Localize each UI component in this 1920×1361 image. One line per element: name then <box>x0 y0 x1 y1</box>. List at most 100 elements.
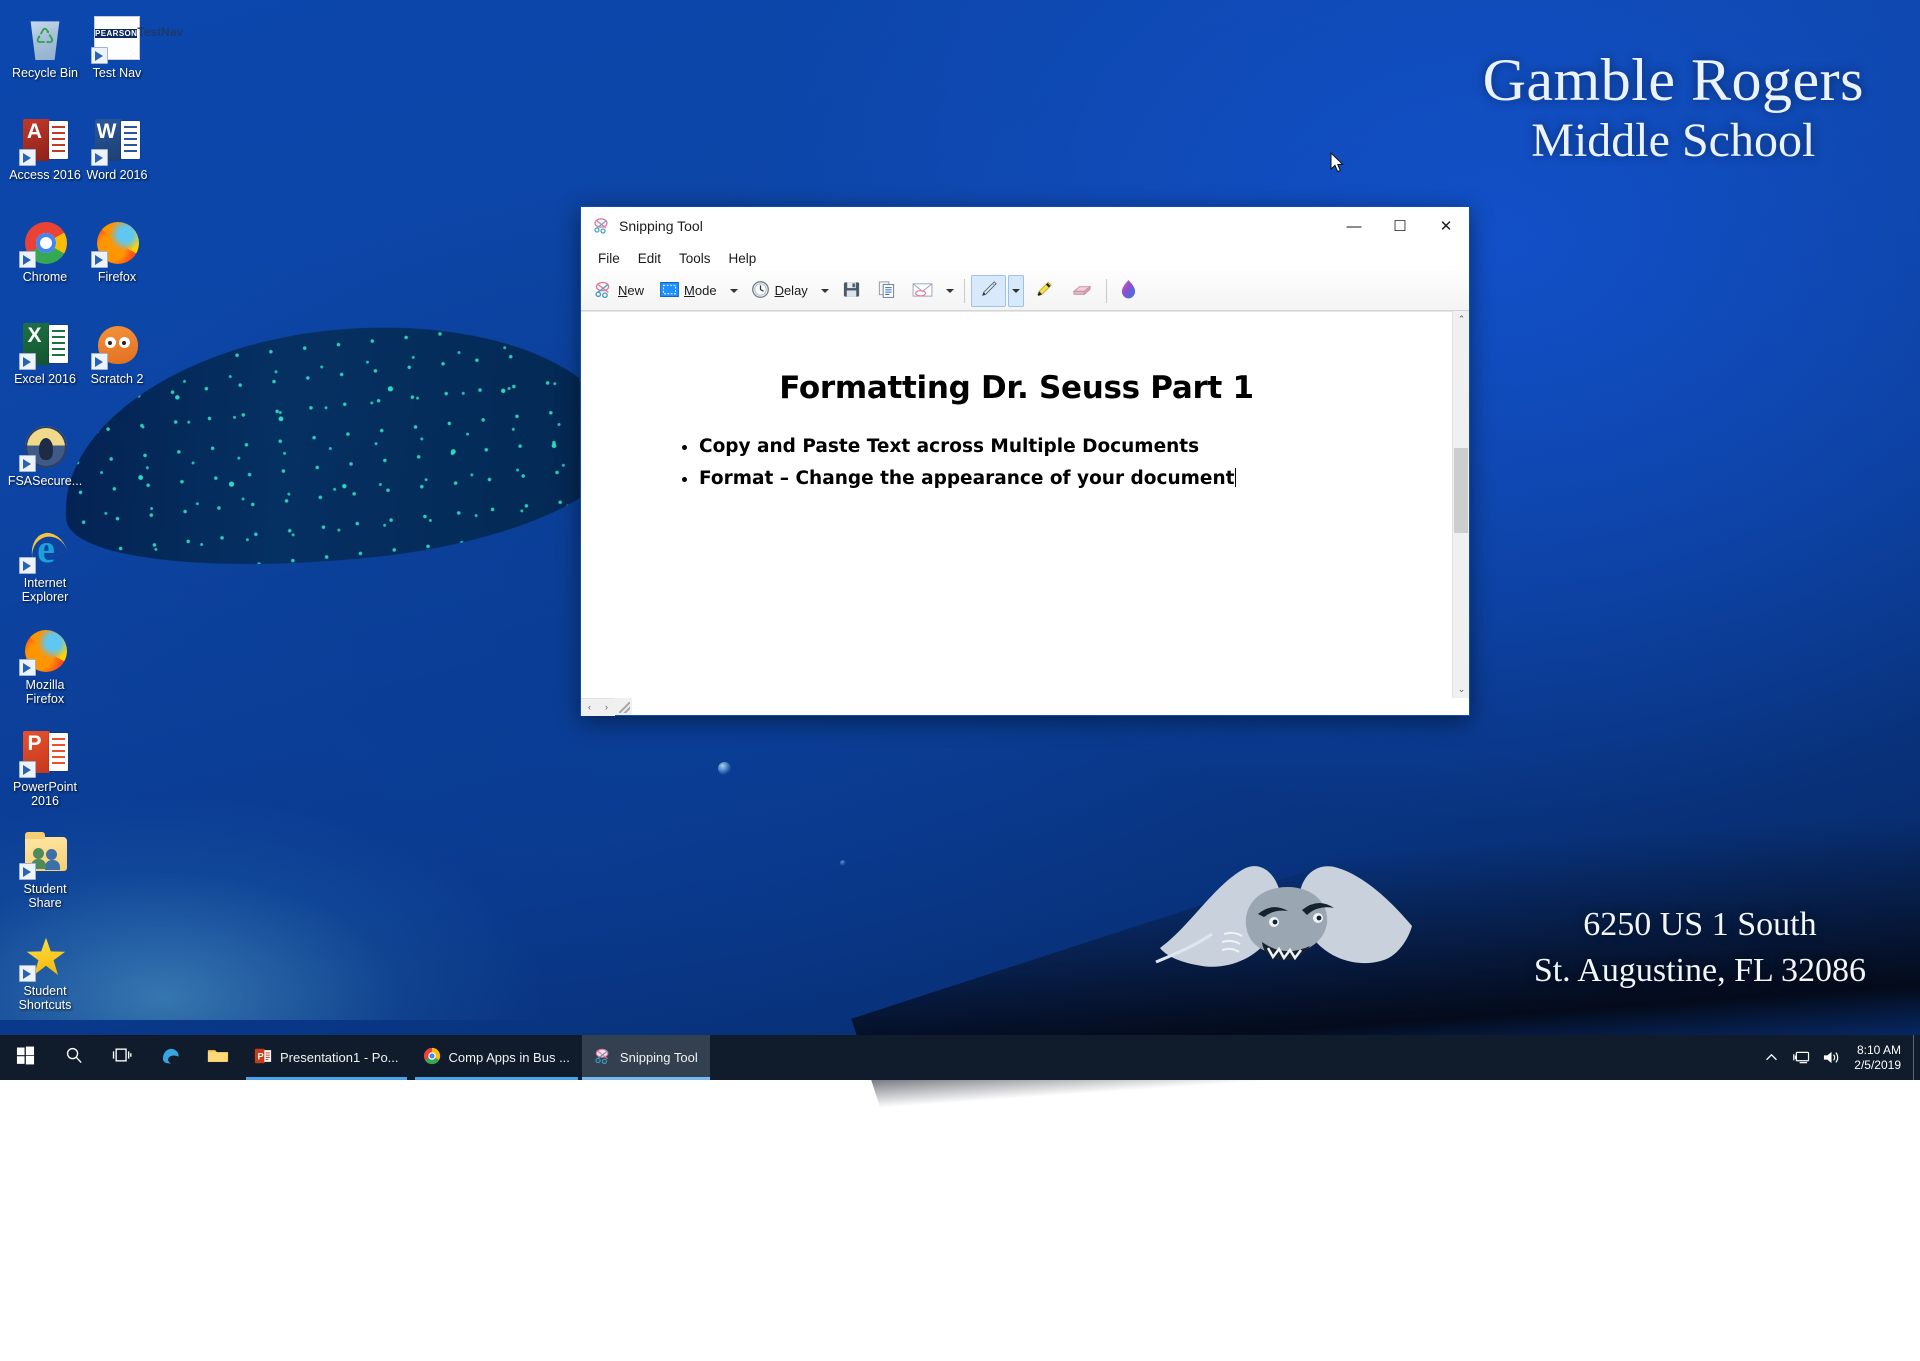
menu-file[interactable]: File <box>589 249 629 268</box>
start-button[interactable] <box>0 1035 50 1080</box>
close-button[interactable]: ✕ <box>1423 208 1469 245</box>
chrome-icon <box>423 1047 441 1068</box>
show-hidden-icons-chevron-icon[interactable] <box>1756 1035 1786 1080</box>
highlighter-icon <box>1033 279 1054 303</box>
taskbar-task-comp-apps[interactable]: Comp Apps in Bus ... <box>411 1035 582 1080</box>
delay-dropdown-caret-icon[interactable] <box>817 275 833 307</box>
shortcut-badge-icon <box>19 251 36 268</box>
highlighter-button[interactable] <box>1026 275 1061 307</box>
volume-icon[interactable] <box>1816 1035 1846 1080</box>
desktop-icon-label: Student Shortcuts <box>6 985 84 1012</box>
vertical-scrollbar[interactable]: ⌃ ⌄ <box>1452 311 1469 698</box>
selection-icon <box>660 282 679 300</box>
mode-dropdown-caret-icon[interactable] <box>726 275 742 307</box>
email-button[interactable] <box>905 275 940 307</box>
school-address-overlay: 6250 US 1 South St. Augustine, FL 32086 <box>1534 902 1866 994</box>
access-2016-icon: A <box>21 116 69 164</box>
taskbar-pinned-file-explorer[interactable] <box>194 1035 242 1080</box>
shortcut-badge-icon <box>91 149 108 166</box>
email-dropdown-caret-icon[interactable] <box>942 275 958 307</box>
desktop-icon-label: Chrome <box>6 271 84 285</box>
svg-text:P: P <box>258 1052 264 1062</box>
menu-help[interactable]: Help <box>720 249 766 268</box>
address-line2: St. Augustine, FL 32086 <box>1534 948 1866 994</box>
scroll-down-arrow-icon[interactable]: ⌄ <box>1453 681 1469 698</box>
desktop-icon-internet-explorer[interactable]: Internet Explorer <box>6 524 84 604</box>
excel-2016-icon: X <box>21 320 69 368</box>
desktop-icon-excel-2016[interactable]: X Excel 2016 <box>6 320 84 387</box>
desktop-icon-student-share[interactable]: Student Share <box>6 830 84 910</box>
internet-explorer-icon <box>21 524 69 572</box>
snip-bullet-item: Format – Change the appearance of your d… <box>699 464 1259 494</box>
desktop-icon-label: FSASecure... <box>6 475 84 489</box>
taskbar-task-presentation1[interactable]: P Presentation1 - Po... <box>242 1035 411 1080</box>
taskbar-task-snipping-tool[interactable]: Snipping Tool <box>582 1035 710 1080</box>
show-desktop-button[interactable] <box>1913 1035 1920 1080</box>
taskbar: P Presentation1 - Po... Comp Apps in Bus… <box>0 1035 1920 1080</box>
vertical-scroll-track[interactable] <box>1453 328 1469 681</box>
desktop-icon-access-2016[interactable]: A Access 2016 <box>6 116 84 183</box>
desktop-icon-recycle-bin[interactable]: Recycle Bin <box>6 14 84 81</box>
word-2016-icon: W <box>93 116 141 164</box>
desktop-icon-chrome[interactable]: Chrome <box>6 218 84 285</box>
snipping-tool-window[interactable]: Snipping Tool — ☐ ✕ File Edit Tools Help… <box>580 206 1470 716</box>
mode-button[interactable]: Mode <box>653 275 724 307</box>
student-shortcuts-star-icon <box>21 932 69 980</box>
desktop-icon-label: Scratch 2 <box>78 373 156 387</box>
chrome-icon <box>21 218 69 266</box>
shortcut-badge-icon <box>19 863 36 880</box>
desktop-icon-test-nav[interactable]: PEARSONTestNav Test Nav <box>78 14 156 81</box>
snip-bullet-list: Copy and Paste Text across Multiple Docu… <box>699 432 1259 494</box>
menu-edit[interactable]: Edit <box>629 249 670 268</box>
new-button[interactable]: New <box>587 275 651 307</box>
scroll-left-arrow-icon[interactable]: ‹ <box>581 699 598 716</box>
taskbar-pinned-edge[interactable] <box>146 1035 194 1080</box>
scroll-right-arrow-icon[interactable]: › <box>598 699 615 716</box>
horizontal-scrollbar[interactable]: ‹ › <box>581 698 615 715</box>
save-button[interactable] <box>835 275 868 307</box>
snip-canvas-area[interactable]: Formatting Dr. Seuss Part 1 Copy and Pas… <box>581 311 1452 698</box>
desktop-icon-student-shortcuts[interactable]: Student Shortcuts <box>6 932 84 1012</box>
pen-button[interactable] <box>971 275 1006 307</box>
desktop-icon-label: Test Nav <box>78 67 156 81</box>
scissors-icon <box>594 280 613 302</box>
mozilla-firefox-icon <box>21 626 69 674</box>
ink-button[interactable] <box>1113 275 1144 307</box>
desktop-icon-word-2016[interactable]: W Word 2016 <box>78 116 156 183</box>
task-view-icon <box>112 1046 132 1069</box>
copy-icon <box>877 280 896 302</box>
window-titlebar[interactable]: Snipping Tool — ☐ ✕ <box>581 207 1469 245</box>
desktop-icon-fsa-secure[interactable]: FSASecure... <box>6 422 84 489</box>
copy-button[interactable] <box>870 275 903 307</box>
desktop-icon-scratch-2[interactable]: Scratch 2 <box>78 320 156 387</box>
address-line1: 6250 US 1 South <box>1534 902 1866 948</box>
eraser-button[interactable] <box>1063 275 1100 307</box>
menu-tools[interactable]: Tools <box>670 249 720 268</box>
desktop-icon-firefox[interactable]: Firefox <box>78 218 156 285</box>
windows-start-icon <box>16 1046 35 1070</box>
pen-dropdown-caret-icon[interactable] <box>1008 275 1024 307</box>
snipping-tool-icon <box>593 217 611 235</box>
minimize-button[interactable]: — <box>1331 208 1377 245</box>
task-view-button[interactable] <box>98 1035 146 1080</box>
mouse-pointer-icon <box>1330 152 1344 173</box>
snip-image[interactable]: Formatting Dr. Seuss Part 1 Copy and Pas… <box>581 312 1452 698</box>
snip-body: Formatting Dr. Seuss Part 1 Copy and Pas… <box>581 311 1469 698</box>
network-icon[interactable] <box>1786 1035 1816 1080</box>
desktop-icon-mozilla-firefox[interactable]: Mozilla Firefox <box>6 626 84 706</box>
vertical-scroll-thumb[interactable] <box>1454 448 1468 533</box>
search-button[interactable] <box>50 1035 98 1080</box>
snip-bullet-text: Format – Change the appearance of your d… <box>699 468 1234 489</box>
desktop-icon-powerpoint-2016[interactable]: P PowerPoint 2016 <box>6 728 84 808</box>
taskbar-task-label: Presentation1 - Po... <box>280 1050 399 1065</box>
shortcut-badge-icon <box>19 965 36 982</box>
desktop-icon-label: PowerPoint 2016 <box>6 781 84 808</box>
window-resize-grip[interactable] <box>615 698 632 715</box>
shortcut-badge-icon <box>19 455 36 472</box>
maximize-button[interactable]: ☐ <box>1377 208 1423 245</box>
scroll-up-arrow-icon[interactable]: ⌃ <box>1453 311 1469 328</box>
taskbar-clock[interactable]: 8:10 AM 2/5/2019 <box>1846 1043 1913 1073</box>
delay-button[interactable]: Delay <box>744 275 815 307</box>
shortcut-badge-icon <box>19 557 36 574</box>
testnav-icon: PEARSONTestNav <box>93 14 141 62</box>
